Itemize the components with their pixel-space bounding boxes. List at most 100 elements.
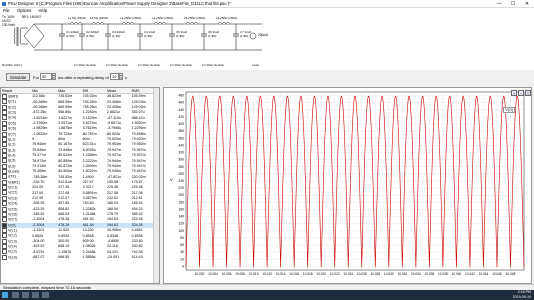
table-row[interactable]: V(L6) -887.07 666.55 1.5856k -24.091 514.43 <box>1 254 155 260</box>
result-checkbox[interactable] <box>2 147 7 153</box>
result-checkbox[interactable] <box>2 179 7 185</box>
table-scrollbar[interactable] <box>153 88 159 283</box>
for-label: For <box>33 75 39 80</box>
section-label: LC Filter Section <box>138 63 161 67</box>
result-checkbox[interactable] <box>2 126 7 132</box>
result-checkbox[interactable] <box>2 131 7 137</box>
result-name: V(L5) <box>8 249 17 254</box>
result-checkbox[interactable] <box>2 244 7 250</box>
result-checkbox[interactable] <box>2 206 7 212</box>
result-name: I(L3) <box>8 148 16 153</box>
close-button[interactable]: ✕ <box>520 0 534 8</box>
results-table[interactable]: Result Min Max Diff Mean RMS I(BR1) 112.5… <box>0 87 160 284</box>
result-checkbox[interactable] <box>2 99 7 105</box>
result-name-cell[interactable]: V(L6) <box>1 254 31 260</box>
result-checkbox[interactable] <box>2 254 7 260</box>
result-checkbox[interactable] <box>2 201 7 207</box>
inductor-3: L3 250H (150Ω) <box>120 16 141 25</box>
zoom-in-icon[interactable]: + <box>511 90 517 96</box>
y-axis-label: V <box>170 177 173 182</box>
simulation-controls: Simulate For 50 ▴ ▾ ms after a repeating … <box>0 70 534 86</box>
taskbar-clock[interactable]: 2:18 PM 2019-09-19 <box>513 290 531 300</box>
result-name: I(C5) <box>8 121 16 126</box>
result-checkbox[interactable] <box>2 217 7 223</box>
x-tick-label: 10.038 <box>438 272 448 276</box>
export-icon[interactable]: ⇪ <box>525 90 531 96</box>
zoom-out-icon[interactable]: − <box>518 90 524 96</box>
simulate-button[interactable]: Simulate <box>6 73 30 81</box>
section-label: Load <box>252 63 259 67</box>
result-checkbox[interactable] <box>2 169 7 175</box>
maximize-button[interactable]: ☐ <box>506 0 520 8</box>
result-name: I(BR1) <box>8 94 19 99</box>
result-checkbox[interactable] <box>2 174 7 180</box>
result-checkbox[interactable] <box>2 163 7 169</box>
y-tick-label: 240 <box>178 179 184 183</box>
result-checkbox[interactable] <box>2 211 7 217</box>
title-bar: PSU Designer II (C:\Program Files (x86)\… <box>0 0 534 8</box>
y-tick-label: 40 <box>180 250 184 254</box>
voltage-chart[interactable]: 4804604404204003803603403203002802602402… <box>164 88 531 283</box>
result-checkbox[interactable] <box>2 94 7 99</box>
result-checkbox[interactable] <box>2 158 7 164</box>
result-checkbox[interactable] <box>2 249 7 255</box>
result-name: I(L6) <box>8 164 16 169</box>
result-name: V(C4) <box>8 201 18 206</box>
x-tick-label: 10.004 <box>208 272 218 276</box>
y-tick-label: 320 <box>178 151 184 155</box>
result-checkbox[interactable] <box>2 227 7 233</box>
y-tick-label: 260 <box>178 172 184 176</box>
delay-spinner[interactable]: ▴ ▾ <box>119 73 123 80</box>
cell-max: 666.55 <box>58 255 70 259</box>
cell-rms: 514.43 <box>131 255 143 259</box>
start-icon[interactable] <box>2 292 8 298</box>
inductor-group: L1 5H (150Ω) L2 5H (150Ω) L3 250H (150Ω) L4… <box>68 16 237 25</box>
bridge-label: BR1: 1N4007 <box>22 15 41 19</box>
y-tick-label: 440 <box>178 108 184 112</box>
schematic-area[interactable]: Tx: 160V 15.0Ω 130.0mH BR1: 1N4007 C1 22… <box>0 14 534 77</box>
result-checkbox[interactable] <box>2 185 7 191</box>
result-checkbox[interactable] <box>2 110 7 116</box>
browser-icon[interactable] <box>32 292 39 298</box>
inductor-label: L2 5H (150Ω) <box>90 16 108 20</box>
x-tick-label: 10.022 <box>330 272 340 276</box>
search-icon[interactable] <box>12 292 19 298</box>
result-checkbox[interactable] <box>2 195 7 201</box>
inductor-4: L4 250H (150Ω) <box>152 16 173 25</box>
y-tick-label: 20 <box>180 257 184 261</box>
minimize-button[interactable]: — <box>492 0 506 8</box>
cell-min: -887.07 <box>32 255 45 259</box>
result-checkbox[interactable] <box>2 104 7 110</box>
schematic-diagram[interactable]: Tx: 160V 15.0Ω 130.0mH BR1: 1N4007 C1 22… <box>0 14 534 70</box>
capacitor-label: (1.9Ω) <box>208 34 216 38</box>
capacitor-4: C4 11uF(1.9Ω) <box>137 24 155 50</box>
result-checkbox[interactable] <box>2 120 7 126</box>
y-tick-label: 140 <box>178 215 184 219</box>
delay-input[interactable]: 10 <box>110 73 119 80</box>
result-name: V(C5) <box>8 207 18 211</box>
result-checkbox[interactable] <box>2 222 7 228</box>
duration-input[interactable]: 50 <box>40 73 52 80</box>
x-tick-label: 10.012 <box>262 272 272 276</box>
taskbar: 2:18 PM 2019-09-19 <box>0 290 534 300</box>
result-name: I(TX) <box>8 174 16 179</box>
plot-panel[interactable]: 480 460 440 420 400 380 360 340 320 300 280 260 240 2… <box>163 87 532 284</box>
y-tick-label: 80 <box>180 236 184 240</box>
explorer-icon[interactable] <box>22 292 29 298</box>
result-checkbox[interactable] <box>2 136 7 142</box>
duration-spinner[interactable]: ▴ ▾ <box>52 73 56 80</box>
capacitor-7: C7 11uF(1.9Ω) <box>233 24 251 50</box>
result-checkbox[interactable] <box>2 238 7 244</box>
result-checkbox[interactable] <box>2 142 7 148</box>
x-tick-label: 10.006 <box>222 272 232 276</box>
inductor-1: L1 5H (150Ω) <box>68 16 86 25</box>
result-checkbox[interactable] <box>2 233 7 239</box>
result-checkbox[interactable] <box>2 115 7 121</box>
x-tick-label: 10.008 <box>235 272 245 276</box>
app-icon <box>2 1 6 6</box>
psu-designer-icon[interactable] <box>42 292 49 298</box>
result-checkbox[interactable] <box>2 152 7 158</box>
result-checkbox[interactable] <box>2 190 7 196</box>
x-tick-label: 10.010 <box>249 272 259 276</box>
load-icon <box>249 32 257 40</box>
